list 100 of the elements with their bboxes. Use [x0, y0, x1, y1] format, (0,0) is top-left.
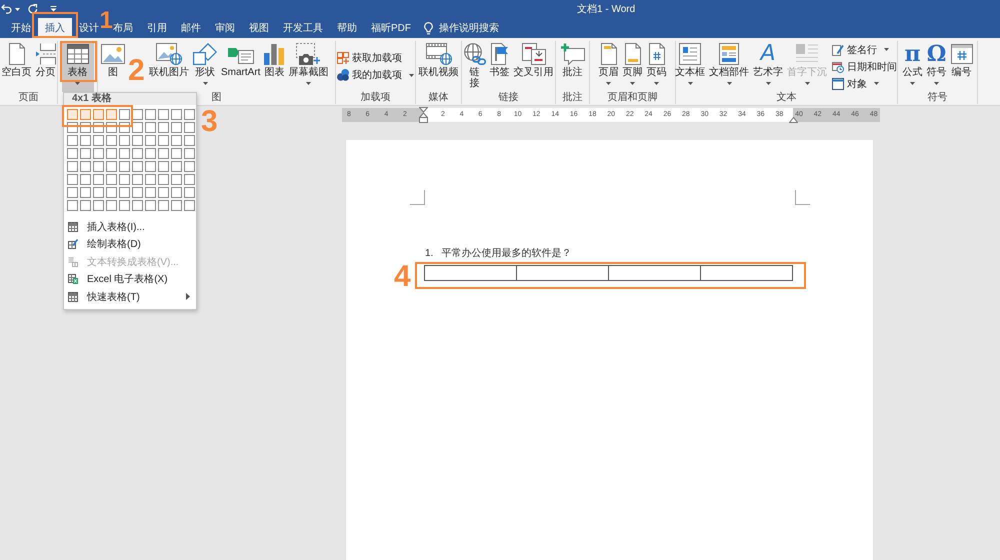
grid-cell[interactable]: [106, 109, 117, 120]
grid-cell[interactable]: [106, 174, 117, 185]
grid-cell[interactable]: [106, 135, 117, 146]
grid-cell[interactable]: [145, 109, 156, 120]
ribbon-button[interactable]: 表格: [62, 41, 94, 92]
grid-cell[interactable]: [158, 135, 169, 146]
grid-cell[interactable]: [119, 187, 130, 198]
ribbon-button[interactable]: 编号: [950, 41, 974, 92]
ribbon-button[interactable]: 形状: [192, 41, 218, 92]
grid-cell[interactable]: [171, 200, 182, 211]
grid-cell[interactable]: [171, 148, 182, 159]
grid-cell[interactable]: [119, 161, 130, 172]
ribbon-button[interactable]: 链接: [462, 41, 486, 92]
grid-cell[interactable]: [119, 109, 130, 120]
ribbon-button[interactable]: 联机视频: [418, 41, 460, 92]
ribbon-button[interactable]: 签名行: [830, 42, 891, 56]
grid-cell[interactable]: [158, 161, 169, 172]
grid-cell[interactable]: [171, 135, 182, 146]
grid-cell[interactable]: [184, 148, 195, 159]
ribbon-button[interactable]: 书签: [488, 41, 510, 92]
grid-cell[interactable]: [132, 161, 143, 172]
grid-cell[interactable]: [145, 148, 156, 159]
grid-cell[interactable]: [67, 109, 78, 120]
grid-cell[interactable]: [184, 200, 195, 211]
redo-icon[interactable]: [28, 4, 38, 14]
grid-cell[interactable]: [106, 200, 117, 211]
ribbon-tab[interactable]: 开发工具: [276, 18, 330, 38]
ribbon-button[interactable]: 批注: [560, 41, 586, 92]
ribbon-tab[interactable]: 福昕PDF: [364, 18, 418, 38]
ribbon-tab[interactable]: 插入: [38, 18, 72, 38]
grid-cell[interactable]: [80, 161, 91, 172]
grid-cell[interactable]: [67, 187, 78, 198]
grid-cell[interactable]: [171, 122, 182, 133]
grid-cell[interactable]: [158, 148, 169, 159]
grid-cell[interactable]: [119, 174, 130, 185]
ribbon-tab[interactable]: 开始: [4, 18, 38, 38]
grid-cell[interactable]: [184, 109, 195, 120]
grid-cell[interactable]: [132, 174, 143, 185]
grid-cell[interactable]: [67, 148, 78, 159]
ribbon-button[interactable]: 联机图片: [148, 41, 190, 92]
menu-item[interactable]: 快速表格(T): [64, 288, 196, 306]
grid-cell[interactable]: [119, 148, 130, 159]
grid-cell[interactable]: [158, 187, 169, 198]
grid-cell[interactable]: [67, 135, 78, 146]
grid-cell[interactable]: [158, 200, 169, 211]
grid-cell[interactable]: [184, 122, 195, 133]
ribbon-button[interactable]: π 公式: [902, 41, 924, 92]
indent-marker-icon[interactable]: [418, 107, 428, 123]
grid-cell[interactable]: [80, 200, 91, 211]
caret-icon[interactable]: [15, 8, 20, 10]
ribbon-button[interactable]: 日期和时间: [830, 60, 899, 74]
grid-cell[interactable]: [80, 148, 91, 159]
grid-cell[interactable]: [93, 161, 104, 172]
grid-cell[interactable]: [145, 122, 156, 133]
grid-cell[interactable]: [132, 122, 143, 133]
grid-cell[interactable]: [132, 135, 143, 146]
grid-cell[interactable]: [184, 135, 195, 146]
ribbon-button[interactable]: 页码: [646, 41, 668, 92]
grid-cell[interactable]: [145, 187, 156, 198]
grid-cell[interactable]: [93, 174, 104, 185]
customize-caret-icon[interactable]: [50, 6, 57, 12]
ribbon-tab[interactable]: 审阅: [208, 18, 242, 38]
ribbon-button[interactable]: 文本框: [674, 41, 706, 92]
grid-cell[interactable]: [132, 187, 143, 198]
grid-cell[interactable]: [119, 135, 130, 146]
grid-cell[interactable]: [145, 174, 156, 185]
ribbon-tab[interactable]: 引用: [140, 18, 174, 38]
grid-cell[interactable]: [106, 148, 117, 159]
grid-cell[interactable]: [80, 109, 91, 120]
grid-cell[interactable]: [184, 161, 195, 172]
menu-item[interactable]: 插入表格(I)...: [64, 218, 196, 236]
grid-cell[interactable]: [184, 187, 195, 198]
grid-cell[interactable]: [145, 161, 156, 172]
ribbon-button[interactable]: 文档部件: [708, 41, 750, 92]
grid-cell[interactable]: [67, 174, 78, 185]
indent-marker-icon[interactable]: [788, 117, 798, 123]
grid-cell[interactable]: [67, 200, 78, 211]
ribbon-button[interactable]: 图: [100, 41, 126, 92]
grid-cell[interactable]: [80, 187, 91, 198]
ribbon-button[interactable]: 对象: [830, 76, 881, 90]
ribbon-tab[interactable]: 邮件: [174, 18, 208, 38]
grid-cell[interactable]: [145, 135, 156, 146]
grid-cell[interactable]: [184, 174, 195, 185]
grid-cell[interactable]: [80, 174, 91, 185]
grid-cell[interactable]: [171, 161, 182, 172]
grid-cell[interactable]: [132, 200, 143, 211]
grid-cell[interactable]: [158, 122, 169, 133]
ribbon-button[interactable]: 页眉: [598, 41, 620, 92]
grid-cell[interactable]: [119, 200, 130, 211]
ribbon-button[interactable]: 图表: [263, 41, 286, 92]
ribbon-button[interactable]: 分页: [34, 41, 56, 92]
ribbon-tab[interactable]: 视图: [242, 18, 276, 38]
ribbon-button[interactable]: 页脚: [622, 41, 644, 92]
grid-cell[interactable]: [132, 148, 143, 159]
grid-cell[interactable]: [93, 135, 104, 146]
ribbon-button[interactable]: 交叉引用: [512, 41, 554, 92]
tell-me-search[interactable]: 操作说明搜索: [424, 18, 499, 38]
grid-cell[interactable]: [132, 109, 143, 120]
ribbon-tab[interactable]: 帮助: [330, 18, 364, 38]
grid-cell[interactable]: [93, 187, 104, 198]
